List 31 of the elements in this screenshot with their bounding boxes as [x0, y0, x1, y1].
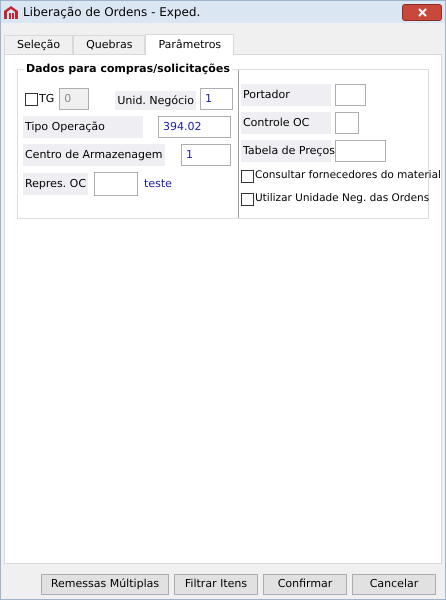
field-label: Controle OC [241, 112, 331, 134]
window-title: Liberação de Ordens - Exped. [23, 4, 200, 21]
tab[interactable]: Seleção [4, 35, 74, 54]
input-field[interactable] [335, 84, 366, 106]
input-field[interactable]: 1 [181, 144, 231, 166]
checkbox[interactable] [241, 170, 254, 182]
checkbox[interactable] [241, 192, 254, 206]
description-text: teste [144, 176, 172, 192]
field-label: Portador [241, 84, 331, 106]
app-logo-icon [4, 5, 18, 19]
tab[interactable]: Parâmetros [145, 34, 234, 55]
field-label: Repres. OC [23, 172, 88, 196]
dialog-button[interactable]: Confirmar [263, 574, 347, 595]
dialog-button[interactable]: Cancelar [352, 574, 436, 595]
checkbox-label: TG [39, 90, 56, 107]
input-field[interactable] [335, 112, 359, 134]
dialog-button[interactable]: Filtrar Itens [174, 574, 258, 595]
input-field[interactable]: 1 [200, 88, 233, 110]
input-field[interactable] [335, 140, 386, 162]
tab[interactable]: Quebras [73, 35, 146, 54]
field-label: Tipo Operação [23, 116, 143, 138]
close-icon [418, 8, 426, 16]
field-label: Centro de Armazenagem [23, 144, 165, 166]
checkbox-label: Consultar fornecedores do material [255, 168, 441, 184]
dialog-button[interactable]: Remessas Múltiplas [41, 574, 169, 595]
input-field[interactable]: 394.02 [158, 116, 231, 138]
close-button[interactable] [402, 4, 442, 20]
field-label: Unid. Negócio [115, 91, 196, 110]
checkbox-label: Utilizar Unidade Neg. das Ordens [255, 191, 430, 206]
group-title: Dados para compras/solicitações [24, 61, 232, 78]
input-field[interactable] [94, 172, 138, 196]
